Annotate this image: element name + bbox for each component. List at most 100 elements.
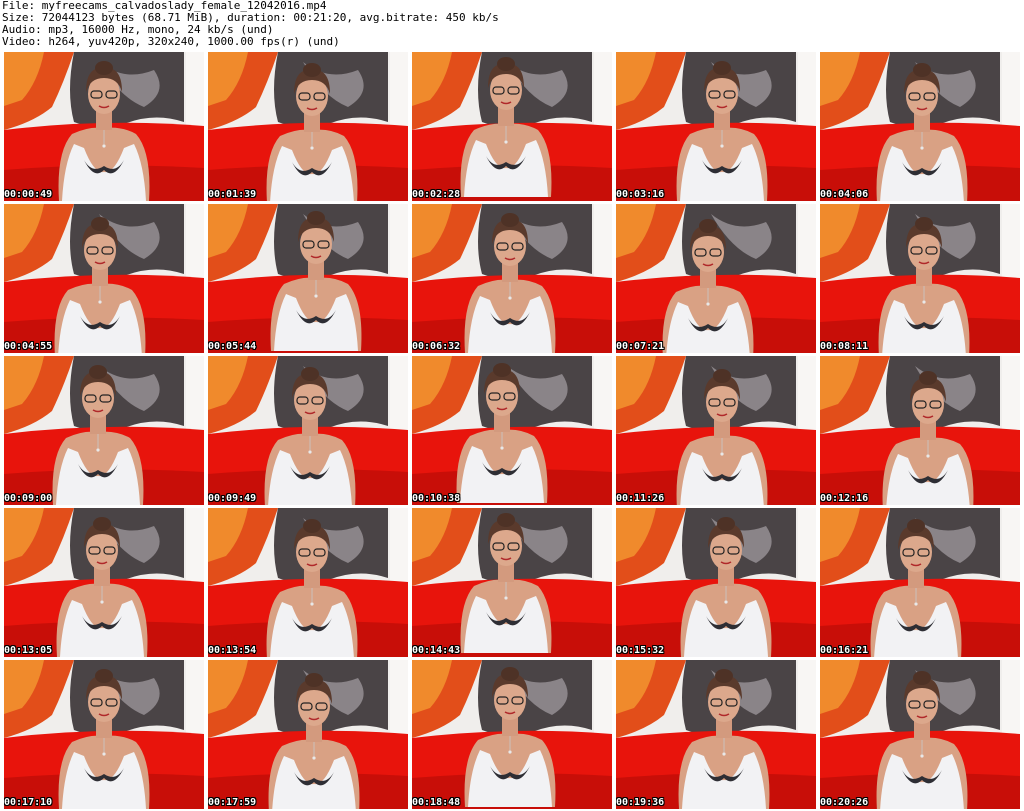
contact-sheet: File: myfreecams_calvadoslady_female_120… <box>0 0 1024 811</box>
thumbnail-frame: 00:06:32 <box>412 204 612 353</box>
pendant <box>102 144 106 148</box>
pendant <box>310 146 314 150</box>
thumbnail-frame: 00:07:21 <box>616 204 816 353</box>
video-still <box>208 52 408 201</box>
thumbnail-frame: 00:20:26 <box>820 660 1020 809</box>
thumbnail-frame: 00:00:49 <box>4 52 204 201</box>
pendant <box>98 300 102 304</box>
wall-right <box>798 660 816 740</box>
timestamp-label: 00:19:36 <box>616 797 665 808</box>
wall-right <box>798 356 816 436</box>
pendant <box>926 454 930 458</box>
timestamp-label: 00:06:32 <box>412 341 461 352</box>
hair-bun <box>95 61 113 75</box>
video-still <box>412 660 612 809</box>
timestamp-label: 00:14:43 <box>412 645 461 656</box>
pendant <box>706 302 710 306</box>
wall-right <box>390 356 408 436</box>
wall-right <box>390 660 408 740</box>
timestamp-label: 00:17:10 <box>4 797 53 808</box>
timestamp-label: 00:17:59 <box>208 797 257 808</box>
timestamp-label: 00:03:16 <box>616 189 665 200</box>
hair-bun <box>717 517 735 531</box>
hair-bun <box>493 363 511 377</box>
pendant <box>508 750 512 754</box>
pendant <box>500 446 504 450</box>
wall-right <box>186 508 204 588</box>
timestamp-label: 00:08:11 <box>820 341 869 352</box>
pendant <box>914 602 918 606</box>
thumbnail-frame: 00:01:39 <box>208 52 408 201</box>
thumbnail-frame: 00:04:55 <box>4 204 204 353</box>
pendant <box>314 294 318 298</box>
timestamp-label: 00:15:32 <box>616 645 665 656</box>
thumbnail-frame: 00:16:21 <box>820 508 1020 657</box>
thumbnail-frame: 00:03:16 <box>616 52 816 201</box>
wall-right <box>390 52 408 132</box>
timestamp-label: 00:07:21 <box>616 341 665 352</box>
timestamp-label: 00:04:06 <box>820 189 869 200</box>
timestamp-label: 00:02:28 <box>412 189 461 200</box>
thumbnail-frame: 00:17:59 <box>208 660 408 809</box>
timestamp-label: 00:05:44 <box>208 341 257 352</box>
video-still <box>820 660 1020 809</box>
pendant <box>922 300 926 304</box>
wall-right <box>1002 204 1020 284</box>
thumbnail-frame: 00:02:28 <box>412 52 612 201</box>
pendant <box>920 146 924 150</box>
hair-bun <box>715 669 733 683</box>
hair-bun <box>93 517 111 531</box>
hair-bun <box>305 673 323 687</box>
hair-bun <box>501 667 519 681</box>
thumbnail-frame: 00:15:32 <box>616 508 816 657</box>
video-still <box>616 356 816 505</box>
thumbnail-frame: 00:13:05 <box>4 508 204 657</box>
timestamp-label: 00:12:16 <box>820 493 869 504</box>
hair-bun <box>307 211 325 225</box>
video-still <box>208 660 408 809</box>
timestamp-label: 00:18:48 <box>412 797 461 808</box>
pendant <box>504 596 508 600</box>
thumbnail-frame: 00:12:16 <box>820 356 1020 505</box>
wall-right <box>594 356 612 436</box>
pendant <box>504 140 508 144</box>
hair-bun <box>95 669 113 683</box>
timestamp-label: 00:11:26 <box>616 493 665 504</box>
hair-bun <box>303 519 321 533</box>
video-still <box>616 660 816 809</box>
video-still <box>4 508 204 657</box>
hair-bun <box>301 367 319 381</box>
hair-bun <box>919 371 937 385</box>
file-info-header: File: myfreecams_calvadoslady_female_120… <box>0 0 1024 50</box>
hair-bun <box>303 63 321 77</box>
video-still <box>412 204 612 353</box>
wall-right <box>186 52 204 132</box>
timestamp-label: 00:09:49 <box>208 493 257 504</box>
video-still <box>412 52 612 201</box>
wall-right <box>186 356 204 436</box>
hair-bun <box>713 61 731 75</box>
wall-right <box>594 508 612 588</box>
video-still <box>208 204 408 353</box>
wall-right <box>1002 356 1020 436</box>
timestamp-label: 00:20:26 <box>820 797 869 808</box>
timestamp-label: 00:00:49 <box>4 189 53 200</box>
pendant <box>720 144 724 148</box>
wall-right <box>186 660 204 740</box>
pendant <box>102 752 106 756</box>
pendant <box>308 450 312 454</box>
timestamp-label: 00:13:54 <box>208 645 257 656</box>
pendant <box>310 602 314 606</box>
wall-right <box>390 508 408 588</box>
hair-bun <box>913 63 931 77</box>
pendant <box>722 752 726 756</box>
video-info-line: Video: h264, yuv420p, 320x240, 1000.00 f… <box>2 35 340 48</box>
hair-bun <box>501 213 519 227</box>
thumbnail-frame: 00:08:11 <box>820 204 1020 353</box>
wall-right <box>186 204 204 284</box>
timestamp-label: 00:10:38 <box>412 493 461 504</box>
timestamp-label: 00:16:21 <box>820 645 869 656</box>
thumbnail-frame: 00:10:38 <box>412 356 612 505</box>
video-still <box>412 356 612 505</box>
hair-bun <box>713 369 731 383</box>
